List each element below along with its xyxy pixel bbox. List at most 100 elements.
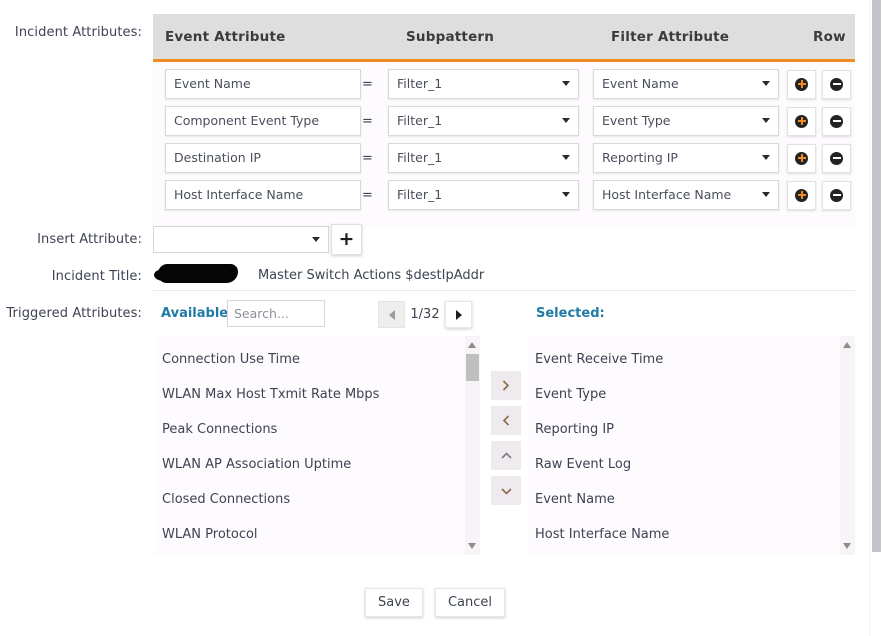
filter-attribute-select[interactable]: Event Type [593, 106, 779, 136]
list-item[interactable]: WLAN AP Association Uptime [155, 447, 480, 482]
list-item[interactable]: Reporting IP [528, 412, 855, 447]
add-row-button[interactable] [787, 70, 816, 99]
operator-equals: = [361, 151, 374, 166]
subpattern-select[interactable]: Filter_1 [388, 180, 579, 210]
incident-title-label: Incident Title: [0, 269, 142, 284]
available-label: Available: [161, 306, 233, 321]
move-right-button[interactable] [491, 371, 521, 400]
filter-attribute-value: Reporting IP [602, 150, 678, 165]
table-row: Destination IP = Filter_1 Reporting IP [153, 143, 855, 173]
list-item[interactable]: Peak Connections [155, 412, 480, 447]
add-row-button[interactable] [787, 144, 816, 173]
list-item[interactable]: WLAN Protocol [155, 517, 480, 552]
transfer-button-group [491, 371, 521, 511]
chevron-down-icon [762, 155, 770, 160]
incident-attributes-label: Incident Attributes: [0, 25, 142, 40]
triangle-right-icon [456, 310, 462, 320]
form-actions: Save Cancel [0, 588, 870, 617]
form-page: Incident Attributes: Event Attribute Sub… [0, 0, 870, 636]
list-item[interactable]: Host Interface Name [528, 517, 855, 552]
list-item[interactable]: WLAN Max Host Txmit Rate Mbps [155, 377, 480, 412]
filter-attribute-value: Host Interface Name [602, 187, 731, 202]
remove-row-button[interactable] [822, 107, 851, 136]
available-attributes-list[interactable]: Connection Use Time WLAN Max Host Txmit … [155, 336, 480, 555]
list-item[interactable]: Connection Use Time [155, 342, 480, 377]
prev-page-button[interactable] [378, 301, 405, 328]
search-input[interactable] [227, 300, 325, 327]
scroll-up-icon[interactable] [843, 342, 851, 348]
available-list-scrollbar[interactable] [465, 336, 480, 555]
page-indicator: 1/32 [405, 307, 445, 322]
triangle-left-icon [389, 310, 395, 320]
scroll-up-icon[interactable] [468, 342, 476, 348]
selected-attributes-list[interactable]: Event Receive Time Event Type Reporting … [528, 336, 855, 555]
filter-attribute-select[interactable]: Host Interface Name [593, 180, 779, 210]
add-row-button[interactable] [787, 181, 816, 210]
remove-row-button[interactable] [822, 181, 851, 210]
minus-circle-icon [830, 152, 843, 165]
scroll-down-icon[interactable] [843, 543, 851, 549]
list-item[interactable]: Closed Connections [155, 482, 480, 517]
scrollbar-thumb[interactable] [466, 354, 479, 381]
plus-circle-icon [795, 152, 808, 165]
column-header-filter-attribute: Filter Attribute [597, 29, 797, 45]
move-left-button[interactable] [491, 406, 521, 435]
operator-equals: = [361, 77, 374, 92]
remove-row-button[interactable] [822, 70, 851, 99]
event-attribute-input[interactable]: Host Interface Name [165, 180, 361, 210]
filter-attribute-select[interactable]: Reporting IP [593, 143, 779, 173]
save-button[interactable]: Save [365, 588, 423, 617]
add-attribute-button[interactable]: + [331, 224, 362, 255]
event-attribute-input[interactable]: Component Event Type [165, 106, 361, 136]
chevron-right-icon [502, 380, 510, 391]
subpattern-select[interactable]: Filter_1 [388, 143, 579, 173]
chevron-down-icon [501, 487, 512, 495]
event-attribute-input[interactable]: Event Name [165, 69, 361, 99]
chevron-down-icon [762, 81, 770, 86]
pagination: 1/32 [378, 301, 472, 328]
insert-attribute-select[interactable] [153, 226, 329, 253]
chevron-left-icon [502, 415, 510, 426]
plus-circle-icon [795, 189, 808, 202]
chevron-down-icon [562, 118, 570, 123]
chevron-down-icon [562, 81, 570, 86]
move-down-button[interactable] [491, 476, 521, 505]
filter-attribute-select[interactable]: Event Name [593, 69, 779, 99]
subpattern-value: Filter_1 [397, 150, 442, 165]
subpattern-value: Filter_1 [397, 113, 442, 128]
chevron-down-icon [562, 192, 570, 197]
cancel-button[interactable]: Cancel [435, 588, 505, 617]
triggered-attributes-label: Triggered Attributes: [0, 306, 142, 321]
insert-attribute-label: Insert Attribute: [0, 232, 142, 247]
list-item[interactable]: Event Name [528, 482, 855, 517]
list-item[interactable]: Event Receive Time [528, 342, 855, 377]
incident-title-input[interactable]: XXXXXXXXXXXMaster Switch Actions $destIp… [153, 263, 855, 291]
chevron-down-icon [762, 192, 770, 197]
list-item[interactable]: Raw Event Log [528, 447, 855, 482]
subpattern-select[interactable]: Filter_1 [388, 106, 579, 136]
page-scrollbar-thumb[interactable] [872, 0, 881, 552]
chevron-down-icon [312, 237, 320, 242]
list-item[interactable]: Event Type [528, 377, 855, 412]
minus-circle-icon [830, 189, 843, 202]
event-attribute-input[interactable]: Destination IP [165, 143, 361, 173]
table-row: Component Event Type = Filter_1 Event Ty… [153, 106, 855, 136]
incident-attributes-table: Event Attribute Subpattern Filter Attrib… [153, 14, 855, 227]
chevron-down-icon [762, 118, 770, 123]
next-page-button[interactable] [445, 301, 472, 328]
remove-row-button[interactable] [822, 144, 851, 173]
minus-circle-icon [830, 115, 843, 128]
plus-circle-icon [795, 78, 808, 91]
table-row: Host Interface Name = Filter_1 Host Inte… [153, 180, 855, 210]
move-up-button[interactable] [491, 441, 521, 470]
filter-attribute-value: Event Name [602, 76, 679, 91]
page-scrollbar[interactable] [869, 0, 883, 636]
selected-list-scrollbar[interactable] [840, 336, 855, 555]
scroll-down-icon[interactable] [468, 543, 476, 549]
subpattern-value: Filter_1 [397, 76, 442, 91]
column-header-subpattern: Subpattern [392, 29, 597, 45]
subpattern-select[interactable]: Filter_1 [388, 69, 579, 99]
add-row-button[interactable] [787, 107, 816, 136]
operator-equals: = [361, 188, 374, 203]
plus-circle-icon [795, 115, 808, 128]
